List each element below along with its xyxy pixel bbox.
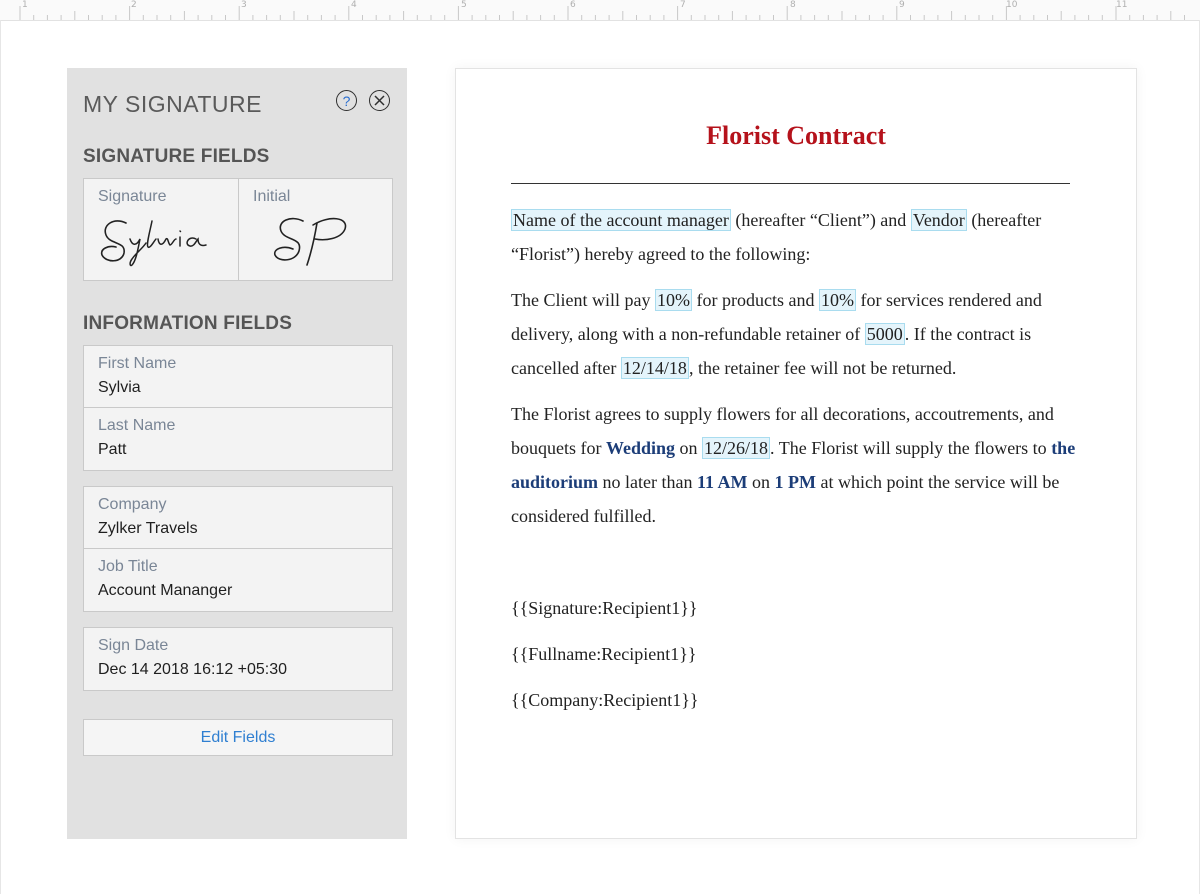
ruler-number: 6 (570, 0, 576, 10)
paragraph-parties: Name of the account manager (hereafter “… (511, 203, 1081, 271)
ruler-number: 11 (1116, 0, 1128, 10)
account-manager-field[interactable]: Name of the account manager (511, 209, 731, 231)
paragraph-service: The Florist agrees to supply flowers for… (511, 397, 1081, 533)
placeholder-block: {{Signature:Recipient1}} {{Fullname:Reci… (511, 591, 1081, 717)
horizontal-ruler: 1 2 3 4 5 6 7 8 9 10 11 (0, 0, 1200, 21)
sign-date-label: Sign Date (98, 637, 169, 654)
edit-fields-button[interactable]: Edit Fields (83, 719, 393, 756)
sign-date-value: Dec 14 2018 16:12 +05:30 (98, 661, 288, 678)
ruler-number: 9 (899, 0, 905, 10)
vendor-field[interactable]: Vendor (910, 209, 967, 231)
document-title: Florist Contract (706, 121, 886, 150)
cancel-date-field[interactable]: 12/14/18 (620, 357, 689, 379)
first-name-field[interactable]: First Name Sylvia (84, 346, 392, 408)
company-placeholder: {{Company:Recipient1}} (511, 690, 699, 710)
company-label: Company (98, 496, 167, 513)
ruler-number: 2 (131, 0, 137, 10)
text-segment: The Client will pay (511, 290, 655, 310)
paragraph-payment: The Client will pay 10% for products and… (511, 283, 1081, 385)
text-segment: no later than (598, 472, 697, 492)
signature-image (100, 220, 207, 267)
text-segment: . The Florist will supply the flowers to (770, 438, 1052, 458)
name-field-group: First Name Sylvia Last Name Patt (83, 345, 393, 471)
event-date-field[interactable]: 12/26/18 (702, 437, 771, 459)
ruler-number: 7 (680, 0, 686, 10)
help-icon[interactable]: ? (336, 90, 357, 111)
end-time-value: 1 PM (774, 472, 816, 492)
ruler-number: 1 (22, 0, 28, 10)
sign-date-field[interactable]: Sign Date Dec 14 2018 16:12 +05:30 (84, 628, 392, 690)
event-value: Wedding (605, 438, 676, 458)
company-field[interactable]: Company Zylker Travels (84, 487, 392, 549)
signature-field[interactable]: Signature (84, 179, 239, 280)
job-title-field[interactable]: Job Title Account Mananger (84, 549, 392, 611)
text-segment: for products and (691, 290, 819, 310)
panel-title: MY SIGNATURE (83, 91, 262, 117)
initial-field[interactable]: Initial (239, 179, 392, 280)
document-body: Name of the account manager (hereafter “… (511, 203, 1081, 729)
title-divider (511, 183, 1070, 184)
job-title-value: Account Mananger (98, 582, 233, 599)
ruler-number: 3 (241, 0, 247, 10)
text-segment: , the retainer fee will not be returned. (688, 358, 957, 378)
start-time-value: 11 AM (696, 472, 748, 492)
fullname-placeholder: {{Fullname:Recipient1}} (511, 644, 697, 664)
last-name-field[interactable]: Last Name Patt (84, 408, 392, 470)
ruler-number: 8 (790, 0, 796, 10)
first-name-value: Sylvia (98, 379, 141, 396)
ruler-number: 5 (461, 0, 467, 10)
close-icon[interactable] (369, 90, 390, 111)
ruler-number: 4 (351, 0, 357, 10)
text-segment: on (747, 472, 775, 492)
initial-label: Initial (253, 188, 291, 205)
last-name-label: Last Name (98, 417, 176, 434)
first-name-label: First Name (98, 355, 177, 372)
text-segment: (hereafter “Client”) and (730, 210, 911, 230)
signature-label: Signature (98, 188, 167, 205)
last-name-value: Patt (98, 441, 127, 458)
page-edge-left (0, 20, 1, 894)
products-percent-field[interactable]: 10% (654, 289, 692, 311)
signature-fields-box: Signature Initial (83, 178, 393, 281)
company-field-group: Company Zylker Travels Job Title Account… (83, 486, 393, 612)
ruler-number: 10 (1006, 0, 1018, 10)
retainer-field[interactable]: 5000 (864, 323, 905, 345)
signature-placeholder: {{Signature:Recipient1}} (511, 598, 698, 618)
text-segment: on (675, 438, 703, 458)
initial-image (273, 217, 347, 266)
signature-fields-heading: SIGNATURE FIELDS (83, 146, 270, 167)
services-percent-field[interactable]: 10% (818, 289, 856, 311)
information-fields-heading: INFORMATION FIELDS (83, 313, 293, 334)
my-signature-panel: MY SIGNATURE ? SIGNATURE FIELDS Signatur… (67, 68, 407, 839)
job-title-label: Job Title (98, 558, 158, 575)
ruler-ticks (19, 6, 1185, 20)
document-page: Florist Contract Name of the account man… (455, 68, 1137, 839)
company-value: Zylker Travels (98, 520, 198, 537)
sign-date-field-group: Sign Date Dec 14 2018 16:12 +05:30 (83, 627, 393, 691)
